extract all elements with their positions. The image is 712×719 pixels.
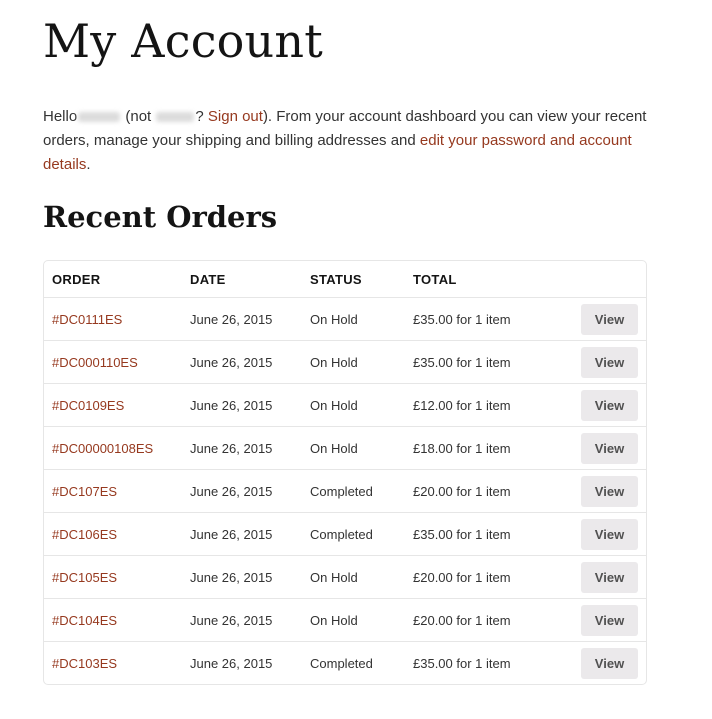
order-date: June 26, 2015 — [182, 599, 302, 642]
order-status: Completed — [302, 513, 405, 556]
orders-body: #DC0111ES June 26, 2015 On Hold £35.00 for … — [44, 298, 646, 684]
not-text: (not — [121, 108, 156, 125]
view-order-button[interactable]: View — [581, 604, 638, 636]
order-actions: View — [571, 298, 646, 341]
order-number-link[interactable]: #DC104ES — [52, 613, 117, 628]
order-status: Completed — [302, 470, 405, 513]
order-number-link[interactable]: #DC107ES — [52, 484, 117, 499]
order-number-cell: #DC105ES — [44, 556, 182, 599]
view-order-button[interactable]: View — [581, 561, 638, 593]
order-actions: View — [571, 427, 646, 470]
order-date: June 26, 2015 — [182, 513, 302, 556]
hello-text: Hello — [43, 108, 78, 125]
order-actions: View — [571, 556, 646, 599]
order-number-link[interactable]: #DC103ES — [52, 656, 117, 671]
order-number-link[interactable]: #DC0109ES — [52, 398, 124, 413]
order-total: £20.00 for 1 item — [405, 470, 571, 513]
order-date: June 26, 2015 — [182, 470, 302, 513]
table-header-row: ORDER DATE STATUS TOTAL — [44, 261, 646, 298]
table-row: #DC0111ES June 26, 2015 On Hold £35.00 for … — [44, 298, 646, 341]
column-header-date: DATE — [182, 261, 302, 298]
table-row: #DC107ES June 26, 2015 Completed £20.00 for… — [44, 470, 646, 513]
account-intro: Hello (not ? Sign out). From your accoun… — [43, 105, 647, 177]
order-status: On Hold — [302, 298, 405, 341]
intro-end: . — [86, 156, 91, 173]
order-number-cell: #DC103ES — [44, 642, 182, 684]
table-row: #DC105ES June 26, 2015 On Hold £20.00 for 1… — [44, 556, 646, 599]
order-number-link[interactable]: #DC00000108ES — [52, 441, 153, 456]
view-order-button[interactable]: View — [581, 518, 638, 550]
view-order-button[interactable]: View — [581, 432, 638, 464]
table-row: #DC104ES June 26, 2015 On Hold £20.00 for 1… — [44, 599, 646, 642]
recent-orders-table: ORDER DATE STATUS TOTAL #DC0111ES June 26… — [43, 260, 647, 685]
column-header-order: ORDER — [44, 261, 182, 298]
order-actions: View — [571, 642, 646, 684]
order-number-link[interactable]: #DC106ES — [52, 527, 117, 542]
view-order-button[interactable]: View — [581, 647, 638, 679]
order-total: £35.00 for 1 item — [413, 655, 511, 671]
order-status: On Hold — [302, 556, 405, 599]
order-total: £35.00 for 1 item — [405, 298, 571, 341]
page-title: My Account — [43, 14, 323, 68]
view-order-button[interactable]: View — [581, 346, 638, 378]
order-actions: View — [571, 341, 646, 384]
order-number-link[interactable]: #DC0111ES — [52, 312, 122, 327]
my-account-page: My Account Hello (not ? Sign out). From … — [43, 0, 647, 685]
table-row: #DC103ES June 26, 2015 Completed £35.00 for… — [44, 642, 646, 684]
order-date: June 26, 2015 — [190, 655, 273, 671]
order-total: £20.00 for 1 item — [405, 556, 571, 599]
order-number-cell: #DC106ES — [44, 513, 182, 556]
order-total: £12.00 for 1 item — [405, 384, 571, 427]
redacted-username — [78, 112, 121, 123]
order-status: On Hold — [302, 599, 405, 642]
order-total: £35.00 for 1 item — [405, 341, 571, 384]
order-number-cell: #DC107ES — [44, 470, 182, 513]
order-number-link[interactable]: #DC105ES — [52, 570, 117, 585]
view-order-button[interactable]: View — [581, 303, 638, 335]
order-total: £35.00 for 1 item — [405, 513, 571, 556]
column-header-actions — [571, 261, 646, 298]
view-order-button[interactable]: View — [581, 389, 638, 421]
table-row: #DC000110ES June 26, 2015 On Hold £35.00 fo… — [44, 341, 646, 384]
order-number-cell: #DC000110ES — [44, 341, 182, 384]
order-actions: View — [571, 599, 646, 642]
order-total: £18.00 for 1 item — [405, 427, 571, 470]
order-date: June 26, 2015 — [182, 384, 302, 427]
order-date: June 26, 2015 — [182, 298, 302, 341]
order-number-cell: #DC00000108ES — [44, 427, 182, 470]
order-number-link[interactable]: #DC000110ES — [52, 355, 138, 370]
column-header-total: TOTAL — [405, 261, 571, 298]
order-actions: View — [571, 513, 646, 556]
order-status: Completed — [310, 655, 373, 671]
order-actions: View — [571, 470, 646, 513]
sign-out-link[interactable]: Sign out — [208, 108, 263, 125]
order-date: June 26, 2015 — [182, 341, 302, 384]
order-total: £20.00 for 1 item — [405, 599, 571, 642]
table-row: #DC0109ES June 26, 2015 On Hold £12.00 for … — [44, 384, 646, 427]
table-row: #DC106ES June 26, 2015 Completed £35.00 for… — [44, 513, 646, 556]
table-row: #DC00000108ES June 26, 2015 On Hold £18.00 … — [44, 427, 646, 470]
order-status: On Hold — [302, 341, 405, 384]
order-number-cell: #DC104ES — [44, 599, 182, 642]
view-order-button[interactable]: View — [581, 475, 638, 507]
order-date: June 26, 2015 — [182, 556, 302, 599]
order-status: On Hold — [302, 427, 405, 470]
order-date: June 26, 2015 — [182, 427, 302, 470]
order-status: On Hold — [302, 384, 405, 427]
recent-orders-title: Recent Orders — [43, 200, 278, 234]
order-actions: View — [571, 384, 646, 427]
not-suffix-text: ? — [195, 108, 208, 125]
redacted-username — [156, 112, 195, 123]
order-number-cell: #DC0111ES — [44, 298, 182, 341]
column-header-status: STATUS — [302, 261, 405, 298]
order-number-cell: #DC0109ES — [44, 384, 182, 427]
